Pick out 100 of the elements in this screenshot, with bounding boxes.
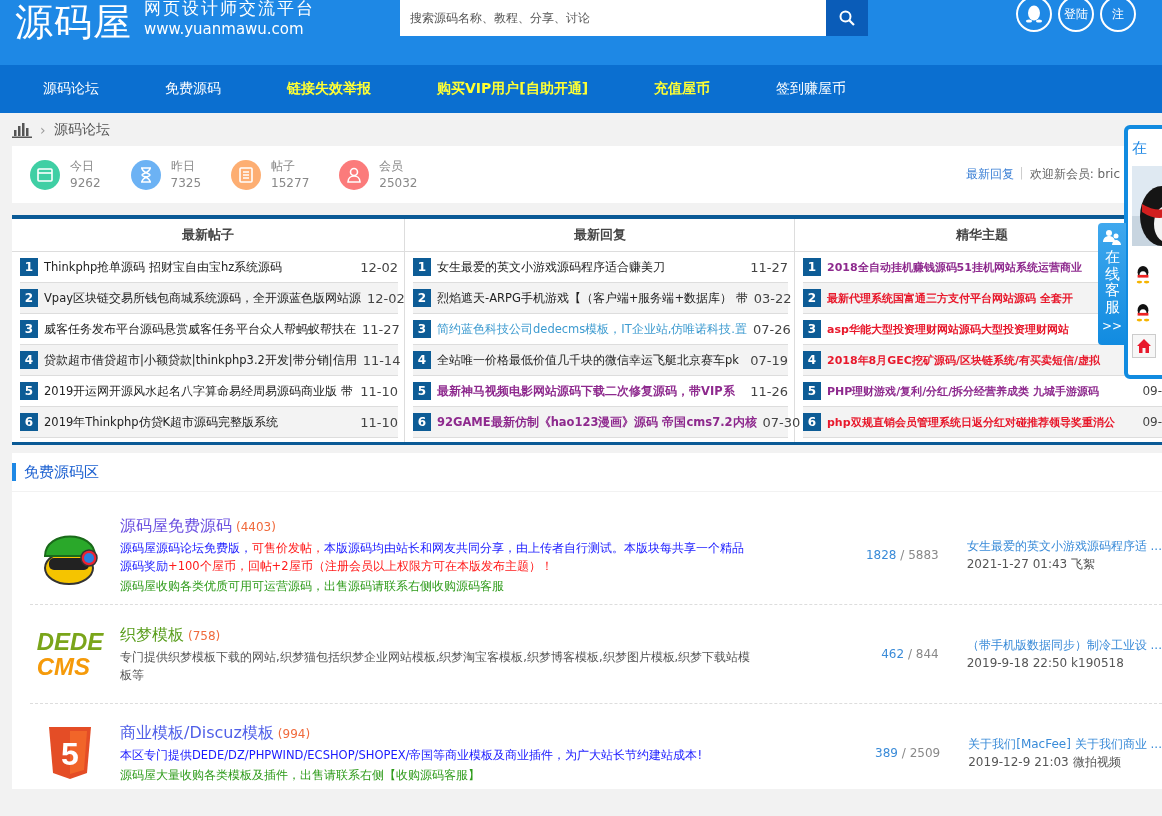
thread-date: 07-30 [762, 414, 801, 430]
rank-badge: 2 [803, 289, 821, 307]
thread-date: 07-26 [753, 321, 791, 337]
forum-stats: 389 / 2509 [874, 746, 941, 760]
home-icon [1136, 338, 1152, 354]
list-heading: 最新回复 [405, 219, 794, 252]
forum-stats: 1828 / 5883 [864, 548, 939, 562]
thread-link[interactable]: 2018全自动挂机赚钱源码51挂机网站系统运营商业 [827, 259, 1082, 275]
thread-link[interactable]: 2018年8月GEC挖矿源码/区块链系统/有买卖短信/虚拟 [827, 352, 1100, 368]
rank-badge: 1 [20, 258, 38, 276]
qq-login-button[interactable] [1016, 0, 1052, 32]
forum-description: 本区专门提供DEDE/DZ/PHPWIND/ECSHOP/SHOPEX/帝国等商业模板及商业插件，为广大站长节约建站成本! [120, 746, 703, 764]
forum-count: (994) [277, 726, 311, 741]
thread-date: 11-26 [750, 383, 788, 399]
thread-date: 07-19 [750, 352, 788, 368]
thread-link[interactable]: 威客任务发布平台源码悬赏威客任务平台众人帮蚂蚁帮扶在 [44, 321, 356, 337]
forum-description: 源码屋收购各类优质可用可运营源码，出售源码请联系右侧收购源码客服 [120, 577, 505, 595]
thread-date: 11-27 [362, 321, 400, 337]
rank-badge: 6 [413, 413, 431, 431]
thread-link[interactable]: 贷款超市借贷超市|小额贷款|thinkphp3.2开发|带分销|信用 [44, 352, 357, 368]
thread-link[interactable]: Thinkphp抢单源码 招财宝自由宝hz系统源码 [44, 259, 283, 275]
rank-badge: 4 [413, 351, 431, 369]
rank-badge: 2 [413, 289, 431, 307]
rank-badge: 1 [803, 258, 821, 276]
thread-link[interactable]: 全站唯一价格最低价值几千块的微信幸运飞艇北京赛车pk [437, 352, 739, 368]
rank-badge: 5 [20, 382, 38, 400]
chart-icon[interactable] [12, 121, 32, 138]
rank-badge: 3 [413, 320, 431, 338]
nav-link[interactable]: 购买VIP用户[自助开通] [437, 80, 589, 98]
rank-badge: 4 [803, 351, 821, 369]
forum-count: (758) [188, 628, 221, 643]
thread-link[interactable]: 最新神马视频电影网站源码下载二次修复源码，带VIP系 [437, 383, 735, 399]
thread-date: 12-02 [367, 290, 405, 306]
last-post-link[interactable]: 关于我们[MacFee] 关于我们商业 ... [968, 735, 1162, 753]
penguin-icon[interactable] [1134, 302, 1152, 322]
thread-link[interactable]: 2019年Thinkphp仿贷K超市源码完整版系统 [44, 414, 279, 430]
separator-text: | [1019, 166, 1024, 182]
forum-name-link[interactable]: 源码屋免费源码 [120, 515, 232, 537]
welcome-text: 欢迎新会员: bric [1029, 166, 1120, 183]
thread-date: 11-27 [750, 259, 788, 275]
stat-label: 昨日 [170, 157, 196, 175]
thread-date: 11-10 [360, 414, 398, 430]
stat-label: 今日 [70, 157, 95, 175]
rank-badge: 3 [803, 320, 821, 338]
home-button[interactable] [1132, 334, 1156, 358]
last-post-link[interactable]: 女生最爱的英文小游戏源码程序适 ... [966, 537, 1162, 555]
thread-date: 09- [1142, 415, 1162, 429]
account-button[interactable]: 登陆 [1058, 0, 1094, 32]
site-logo[interactable]: 源码屋 [15, 0, 132, 44]
penguin-icon[interactable] [1134, 264, 1152, 284]
stat-value: 7325 [170, 174, 202, 192]
thread-date: 12-02 [360, 259, 398, 275]
rank-badge: 1 [413, 258, 431, 276]
penguin-icon [1025, 4, 1043, 24]
account-button[interactable]: 注 [1100, 0, 1136, 32]
stat-value: 9262 [70, 174, 101, 192]
thread-date: 11-14 [362, 352, 401, 368]
search-icon [839, 10, 855, 26]
thread-link[interactable]: 烈焰遮天-ARPG手机游戏【（客户端+服务端+数据库） 带 [437, 290, 748, 306]
thread-date: 11-10 [360, 383, 398, 399]
nav-link[interactable]: 免费源码 [165, 80, 221, 98]
forum-description: 源码屋源码论坛免费版，可售价发帖，本版源码均由站长和网友共同分享，由上传者自行测试。本版块每共享一个精品源码奖励+100个屋币，回帖+2屋币（注册会员以上权限方可在本版发布主题）！ [120, 539, 745, 575]
rank-badge: 6 [803, 413, 821, 431]
nav-link[interactable]: 源码论坛 [43, 80, 99, 98]
online-service-tab[interactable]: 在线客服 >> [1098, 223, 1126, 345]
nav-link[interactable]: 充值屋币 [654, 80, 711, 98]
last-post-link[interactable]: （带手机版数据同步）制冷工业设 ... [966, 636, 1162, 654]
latest-replies-link[interactable]: 最新回复 [965, 166, 1014, 183]
forum-name-link[interactable]: 商业模板/Discuz模板 [120, 722, 274, 744]
thread-date: 09- [1142, 384, 1162, 398]
thread-link[interactable]: 最新代理系统国富通三方支付平台网站源码 全套开 [827, 290, 1073, 306]
nav-link[interactable]: 链接失效举报 [287, 80, 371, 98]
search-button[interactable] [826, 0, 868, 36]
thread-link[interactable]: Vpay区块链交易所钱包商城系统源码，全开源蓝色版网站源 [44, 290, 362, 306]
site-slogan: 网页设计师交流平台 [144, 0, 315, 19]
stat-value: 15277 [271, 174, 310, 192]
stat-label: 会员 [379, 157, 405, 175]
thread-link[interactable]: php双规直销会员管理系统日返分红对碰推荐领导奖重消公 [827, 414, 1115, 430]
breadcrumb-link[interactable]: 源码论坛 [53, 120, 110, 139]
search-field[interactable]: 搜索源码名称、教程、分享、讨论 [400, 0, 826, 36]
thread-link[interactable]: 女生最爱的英文小游戏源码程序适合赚美刀 [437, 259, 665, 275]
logo-wordmark: DEDE CMS [36, 629, 104, 679]
nav-link[interactable]: 签到赚屋币 [776, 80, 847, 98]
thread-link[interactable]: asp华能大型投资理财网站源码大型投资理财网站 [827, 321, 1069, 337]
forum-description: 专门提供织梦模板下载的网站,织梦猫包括织梦企业网站模板,织梦淘宝客模板,织梦博客模板,织梦图片模板,织梦下载站模板等 [120, 648, 752, 684]
thread-date: 03-22 [753, 290, 792, 306]
last-post-meta: 2021-1-27 01:43 飞絮 [966, 556, 1097, 573]
thread-link[interactable]: 简约蓝色科技公司dedecms模板，IT企业站,仿唯诺科技.置 [437, 321, 747, 337]
rank-badge: 5 [803, 382, 821, 400]
rank-badge: 2 [20, 289, 38, 307]
forum-stats: 462 / 844 [880, 647, 939, 661]
stat-value: 25032 [379, 174, 418, 192]
stat-label: 帖子 [271, 157, 297, 175]
site-url: www.yuanmawu.com [144, 19, 305, 39]
thread-link[interactable]: 92GAME最新仿制《hao123漫画》源码 帝国cms7.2内核 [437, 414, 757, 430]
forum-count: (4403) [236, 519, 276, 534]
forum-name-link[interactable]: 织梦模板 [120, 624, 184, 646]
thread-link[interactable]: 2019开运网开源风水起名八字算命易经周易源码商业版 带 [44, 383, 353, 399]
thread-link[interactable]: PHP理财游戏/复利/分红/拆分经营养成类 九城手游源码 [827, 383, 1100, 399]
people-icon [1103, 229, 1121, 245]
